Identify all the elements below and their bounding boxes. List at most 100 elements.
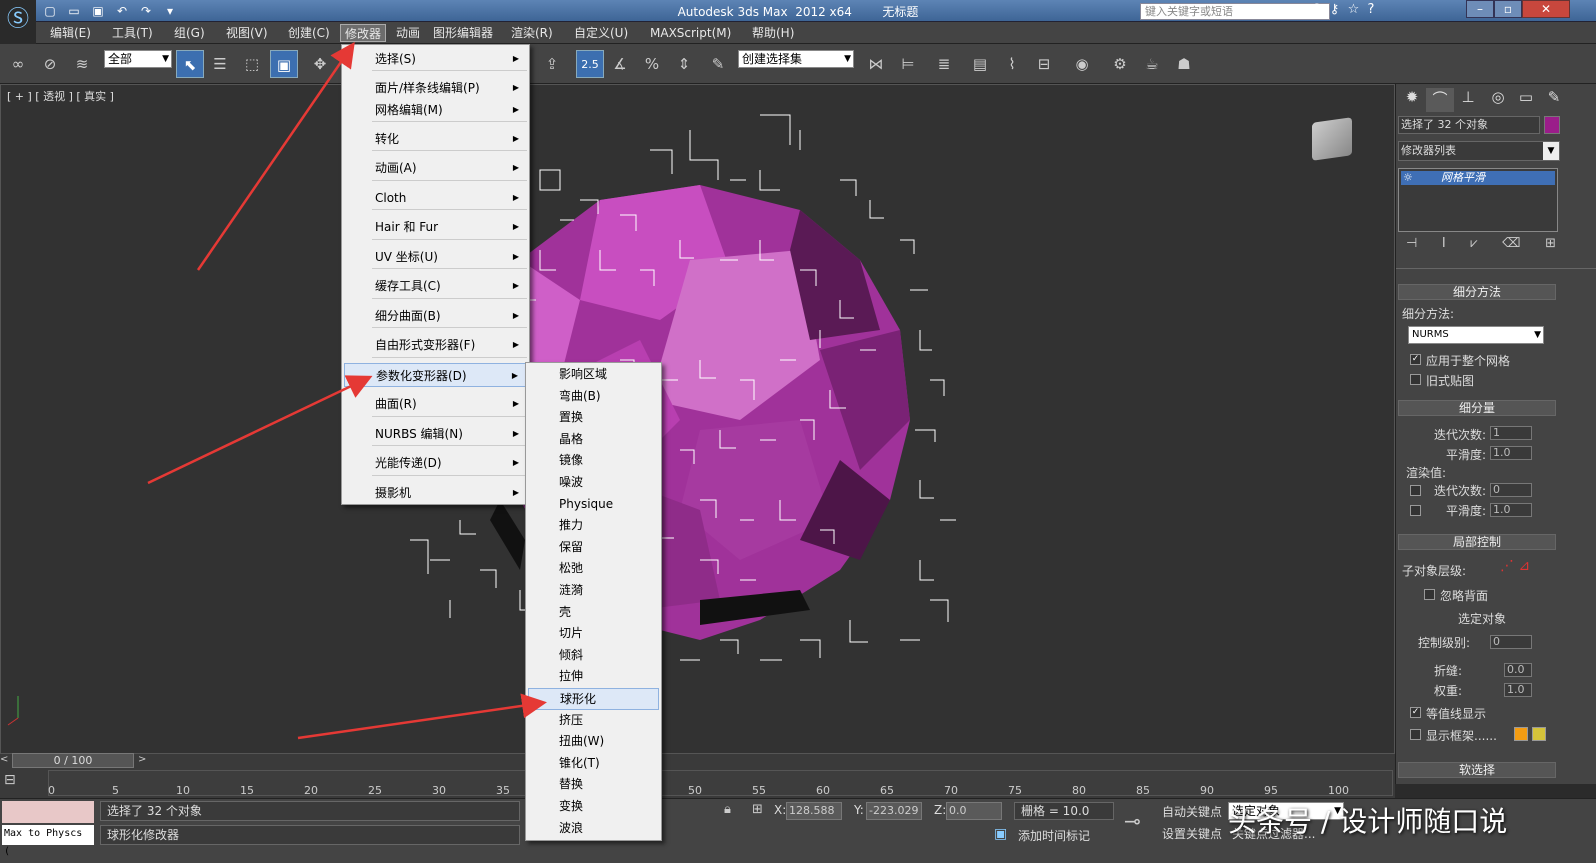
named-selection-set-dropdown[interactable]: 创建选择集 ▼ xyxy=(738,50,854,68)
menu-create[interactable]: 创建(C) xyxy=(284,24,334,42)
modifiers-menu-item[interactable]: 光能传递(D) ▶ xyxy=(344,451,527,475)
rollout-local-control[interactable]: 局部控制 xyxy=(1398,534,1556,550)
material-editor-icon[interactable]: ◉ xyxy=(1068,50,1096,78)
time-slider[interactable]: 0 / 100 xyxy=(12,753,134,768)
menu-group[interactable]: 组(G) xyxy=(170,24,209,42)
parametric-submenu-item[interactable]: 保留 xyxy=(528,537,659,559)
binoculars-icon[interactable]: ⚲ xyxy=(1312,2,1322,17)
modifiers-menu-item[interactable]: 细分曲面(B) ▶ xyxy=(344,304,527,328)
bind-spacewarp-icon[interactable]: ≋ xyxy=(68,50,96,78)
control-level-spinner[interactable]: 0 xyxy=(1490,635,1532,649)
app-logo-icon[interactable]: Ⓢ xyxy=(0,0,36,44)
old-mapping-checkbox[interactable] xyxy=(1410,374,1421,385)
graphite-tools-icon[interactable]: ▤ xyxy=(966,50,994,78)
modifiers-menu-item[interactable]: 曲面(R) ▶ xyxy=(344,392,527,416)
modifier-stack[interactable]: ☼ 网格平滑 xyxy=(1398,168,1558,232)
modifiers-menu-item[interactable]: Hair 和 Fur ▶ xyxy=(344,215,527,239)
apply-whole-mesh-checkbox[interactable]: ✓ xyxy=(1410,354,1421,365)
mini-curve-editor-icon[interactable]: ⊟ xyxy=(4,772,34,794)
vertex-edge-icons[interactable]: ⋰ ⊿ xyxy=(1500,558,1530,574)
edit-named-sets-icon[interactable]: ✎ xyxy=(704,50,732,78)
modifiers-menu-item[interactable]: 摄影机 ▶ xyxy=(344,481,527,505)
iterations-spinner[interactable]: 1 xyxy=(1490,426,1532,440)
render-production-icon[interactable]: ☗ xyxy=(1170,50,1198,78)
link-icon[interactable]: ∞ xyxy=(4,50,32,78)
menu-rendering[interactable]: 渲染(R) xyxy=(507,24,557,42)
lock-selection-icon[interactable]: 🔒︎ xyxy=(724,802,731,817)
rollout-soft-selection[interactable]: 软选择 xyxy=(1398,762,1556,778)
maxscript-listener[interactable] xyxy=(2,801,94,823)
rollout-subdivision-method[interactable]: 细分方法 xyxy=(1398,284,1556,300)
placement-icon[interactable]: ⇪ xyxy=(538,50,566,78)
schematic-view-icon[interactable]: ⊟ xyxy=(1030,50,1058,78)
viewcube[interactable] xyxy=(1312,117,1352,161)
maxscript-input[interactable]: Max to Physcs ( xyxy=(2,825,94,857)
modifiers-menu-item[interactable]: 自由形式变形器(F) ▶ xyxy=(344,333,527,357)
parametric-submenu-item[interactable]: 镜像 xyxy=(528,450,659,472)
rectangular-selection-icon[interactable]: ⬚ xyxy=(238,50,266,78)
create-tab-icon[interactable]: ✹ xyxy=(1398,88,1426,112)
parametric-submenu-item[interactable]: 弯曲(B) xyxy=(528,386,659,408)
isoline-display-checkbox[interactable]: ✓ xyxy=(1410,707,1421,718)
select-by-name-icon[interactable]: ☰ xyxy=(206,50,234,78)
y-coordinate[interactable]: -223.029 xyxy=(866,802,922,820)
move-icon[interactable]: ✥ xyxy=(306,50,334,78)
parametric-submenu-item[interactable]: 噪波 xyxy=(528,472,659,494)
parametric-submenu-item[interactable]: 松弛 xyxy=(528,558,659,580)
parametric-submenu-item[interactable]: 影响区域 xyxy=(528,364,659,386)
layer-manager-icon[interactable]: ≣ xyxy=(930,50,958,78)
parametric-submenu-item[interactable]: 置换 xyxy=(528,407,659,429)
absolute-mode-icon[interactable]: ⊞ xyxy=(752,802,763,817)
modifiers-menu-item[interactable]: NURBS 编辑(N) ▶ xyxy=(344,422,527,446)
parametric-submenu-item[interactable]: 锥化(T) xyxy=(528,753,659,775)
maximize-icon[interactable]: ▫ xyxy=(1494,0,1522,18)
menu-maxscript[interactable]: MAXScript(M) xyxy=(646,24,735,42)
prev-frame-icon[interactable]: < xyxy=(0,754,8,765)
parametric-submenu-item[interactable]: 波浪 xyxy=(528,818,659,840)
parametric-submenu-item[interactable]: 拉伸 xyxy=(528,666,659,688)
display-tab-icon[interactable]: ▭ xyxy=(1512,88,1540,112)
modifier-list-dropdown[interactable]: 修改器列表 ▼ xyxy=(1398,141,1560,161)
parametric-submenu-item[interactable]: 晶格 xyxy=(528,429,659,451)
next-frame-icon[interactable]: > xyxy=(138,754,146,765)
subdiv-method-dropdown[interactable]: NURMS ▼ xyxy=(1408,326,1544,344)
parametric-submenu-item[interactable]: 推力 xyxy=(528,515,659,537)
selection-filter-dropdown[interactable]: 全部 ▼ xyxy=(104,50,172,68)
set-key-button[interactable]: 设置关键点 xyxy=(1162,825,1222,842)
x-coordinate[interactable]: 128.588 xyxy=(786,802,842,820)
stack-item-meshsmooth[interactable]: ☼ 网格平滑 xyxy=(1401,171,1555,185)
modifiers-menu-item[interactable]: UV 坐标(U) ▶ xyxy=(344,245,527,269)
snap-toggle-icon[interactable]: 2.5 xyxy=(576,50,604,78)
parametric-submenu-item[interactable]: Physique xyxy=(528,494,659,516)
render-smoothness-checkbox[interactable] xyxy=(1410,505,1421,516)
menu-customize[interactable]: 自定义(U) xyxy=(570,24,632,42)
unlink-icon[interactable]: ⊘ xyxy=(36,50,64,78)
key-icon[interactable]: ⚷ xyxy=(1330,2,1340,17)
utilities-tab-icon[interactable]: ✎ xyxy=(1540,88,1568,112)
menu-tools[interactable]: 工具(T) xyxy=(108,24,157,42)
time-tag-icon[interactable]: ▣ xyxy=(994,826,1007,842)
modifiers-menu-item[interactable]: 动画(A) ▶ xyxy=(344,156,527,180)
render-smoothness-spinner[interactable]: 1.0 xyxy=(1490,503,1532,517)
modifiers-menu-item[interactable]: 选择(S) ▶ xyxy=(344,47,527,71)
parametric-submenu-item[interactable]: 倾斜 xyxy=(528,645,659,667)
parametric-submenu-item[interactable]: 涟漪 xyxy=(528,580,659,602)
minimize-icon[interactable]: – xyxy=(1466,0,1494,18)
render-setup-icon[interactable]: ⚙ xyxy=(1106,50,1134,78)
align-icon[interactable]: ⊨ xyxy=(894,50,922,78)
menu-views[interactable]: 视图(V) xyxy=(222,24,272,42)
menu-help[interactable]: 帮助(H) xyxy=(748,24,798,42)
set-key-mode-icon[interactable]: ⊸ xyxy=(1124,809,1141,833)
hierarchy-tab-icon[interactable]: ⊥ xyxy=(1454,88,1482,112)
parametric-submenu-item[interactable]: 扭曲(W) xyxy=(528,731,659,753)
object-color-swatch[interactable] xyxy=(1544,116,1560,134)
show-cage-checkbox[interactable] xyxy=(1410,729,1421,740)
modifiers-menu-item[interactable]: 转化 ▶ xyxy=(344,127,527,151)
cage-color-2-swatch[interactable] xyxy=(1532,727,1546,741)
select-object-icon[interactable]: ⬉ xyxy=(176,50,204,78)
object-name-field[interactable]: 选择了 32 个对象 xyxy=(1398,116,1540,134)
menu-animation[interactable]: 动画 xyxy=(392,24,424,42)
smoothness-spinner[interactable]: 1.0 xyxy=(1490,446,1532,460)
parametric-submenu-item[interactable]: 替换 xyxy=(528,774,659,796)
ignore-backfacing-checkbox[interactable] xyxy=(1424,589,1435,600)
